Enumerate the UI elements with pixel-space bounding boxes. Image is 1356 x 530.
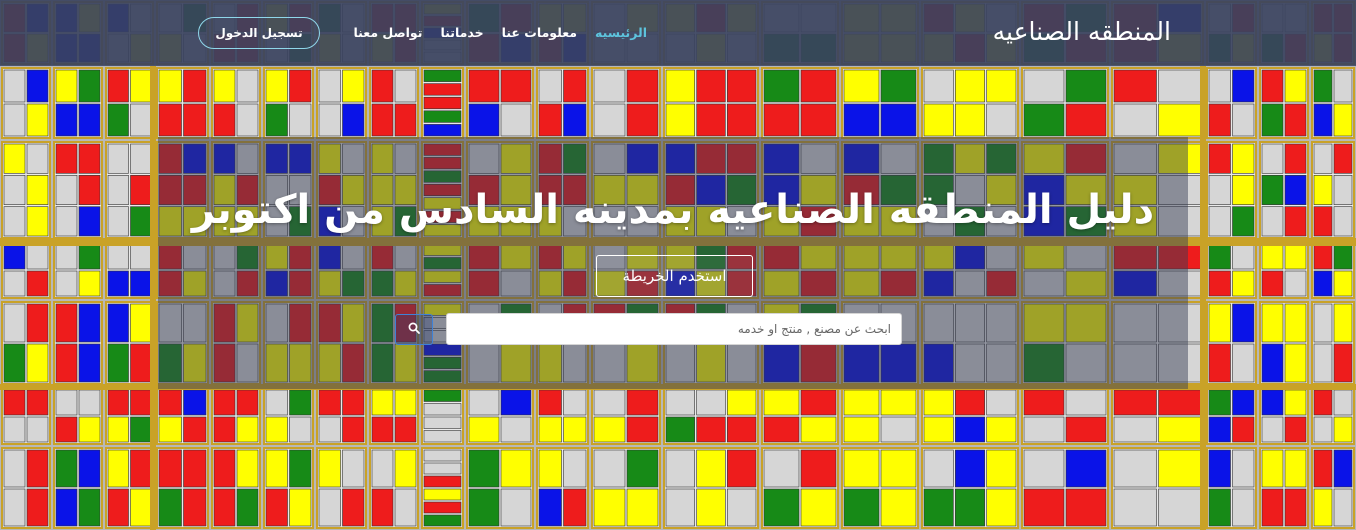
nav-link-services[interactable]: خدماتنا: [431, 25, 492, 40]
nav-link-contact[interactable]: تواصل معنا: [344, 25, 431, 40]
use-map-button[interactable]: استخدم الخريطة: [596, 255, 753, 297]
login-button[interactable]: تسجيل الدخول: [198, 17, 320, 49]
hero-title: دليل المنطقه الصناعيه بمدينه السادس من ا…: [191, 187, 1155, 233]
nav-link-home[interactable]: الرئيسيه: [586, 25, 656, 40]
top-navbar: المنطقه الصناعيه الرئيسيه معلومات عنا خد…: [0, 0, 1356, 66]
nav-links: الرئيسيه معلومات عنا خدماتنا تواصل معنا: [344, 25, 656, 40]
nav-link-about[interactable]: معلومات عنا: [493, 25, 586, 40]
search-icon: [408, 322, 420, 337]
hero-panel: دليل المنطقه الصناعيه بمدينه السادس من ا…: [158, 137, 1188, 389]
site-brand[interactable]: المنطقه الصناعيه: [993, 17, 1171, 46]
search-button[interactable]: [395, 314, 433, 345]
search-input[interactable]: [446, 313, 902, 345]
